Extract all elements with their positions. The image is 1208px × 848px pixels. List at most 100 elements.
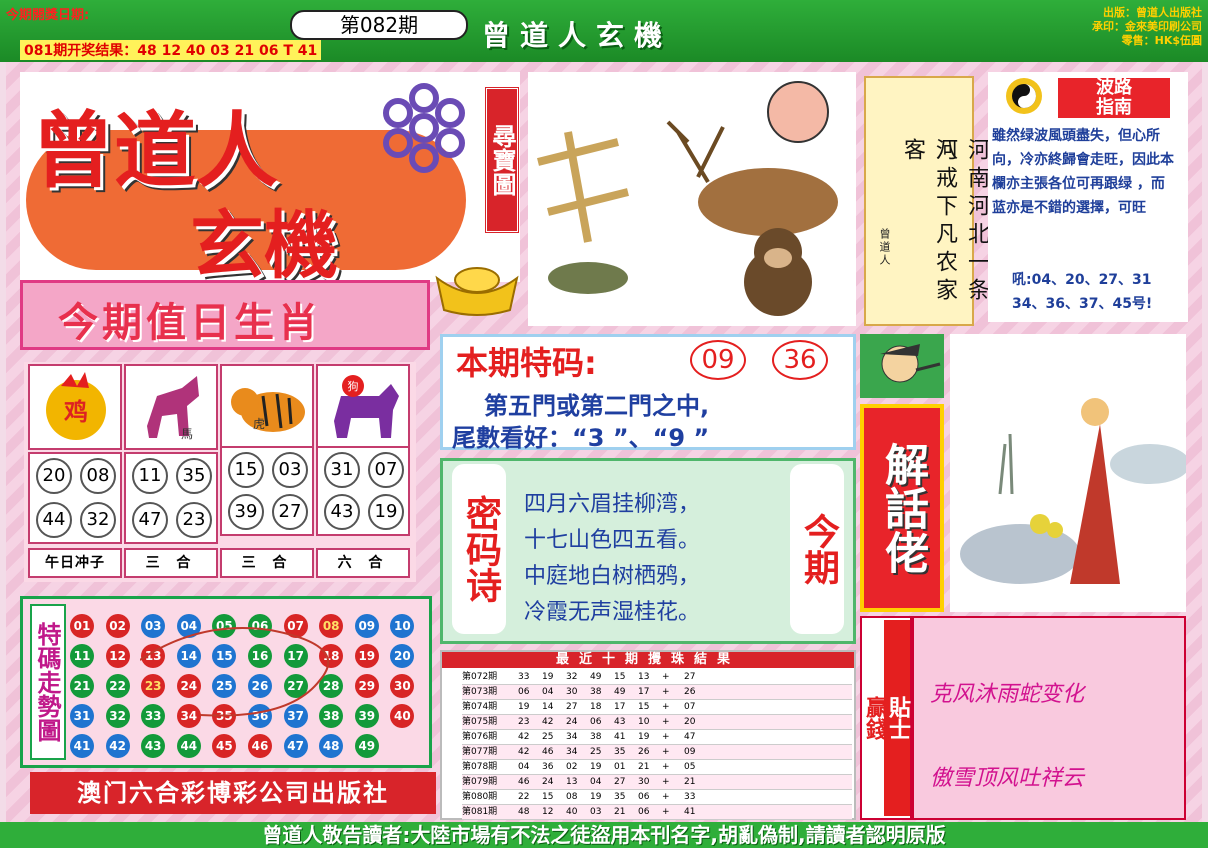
result-number: 04 [518, 762, 530, 772]
result-number: 30 [566, 687, 578, 697]
zodiac-label: 三 合 [124, 548, 218, 578]
result-number: 30 [638, 777, 650, 787]
monk-illustration [950, 334, 1186, 612]
trend-ball: 41 [70, 734, 94, 758]
publisher-line: 出版：曾道人出版社 [1103, 6, 1202, 19]
result-number: 13 [638, 672, 650, 682]
result-number: 49 [590, 672, 602, 682]
result-issue: 第074期 [462, 702, 498, 712]
result-number: 19 [542, 672, 554, 682]
zodiac-label: 三 合 [220, 548, 314, 578]
trend-ball: 43 [141, 734, 166, 758]
trend-ball: 01 [70, 614, 94, 638]
wave-guide-title: 波路 指南 [1058, 78, 1170, 118]
result-number: 21 [614, 807, 626, 817]
result-number: 21 [638, 762, 650, 772]
zodiac-cell-horse: 馬 [124, 364, 218, 450]
result-number: 12 [542, 807, 554, 817]
result-number: 48 [518, 807, 530, 817]
poem-line: 十七山色四五看。 [524, 528, 701, 553]
result-number: + [662, 807, 670, 817]
explainer-label: 解話佬 [860, 404, 944, 612]
result-number: 13 [566, 777, 578, 787]
result-number: 08 [566, 792, 578, 802]
result-number: 35 [614, 792, 626, 802]
dog-icon: 狗 [334, 375, 399, 438]
result-number: 04 [542, 687, 554, 697]
result-number: 40 [566, 807, 578, 817]
trend-ball: 10 [390, 614, 415, 638]
tip-line: 克风沐雨蛇变化 [930, 682, 1085, 707]
result-number: 27 [614, 777, 626, 787]
result-number: 06 [638, 807, 650, 817]
number-ball: 15 [228, 452, 264, 488]
results-row: 第074期 19 14 27 18 17 15 +07 [462, 700, 852, 715]
result-number: + [662, 687, 670, 697]
result-number: 41 [684, 807, 696, 817]
result-number: + [662, 777, 670, 787]
results-row: 第075期 23 42 24 06 43 10 +20 [462, 715, 852, 730]
trend-ball: 30 [390, 674, 415, 698]
result-issue: 第076期 [462, 732, 498, 742]
result-number: + [662, 732, 670, 742]
publisher-bar: 澳门六合彩博彩公司出版社 [30, 772, 436, 814]
special-gate-text: 第五門或第二門之中, [484, 392, 710, 420]
result-number: 15 [638, 702, 650, 712]
trend-ball: 22 [105, 674, 130, 698]
result-number: + [662, 717, 670, 727]
result-number: 41 [614, 732, 626, 742]
trend-ball: 32 [105, 704, 130, 728]
rooster-glyph: 鸡 [63, 398, 88, 426]
wave-title-line: 波路 [1096, 77, 1132, 98]
result-number: + [662, 747, 670, 757]
zodiac-numbers-rooster: 20 08 44 32 [28, 452, 122, 544]
riddle-line-2: 八戒下凡农家客 [900, 138, 957, 306]
special-ball: 09 [690, 340, 746, 380]
results-title: 最近十期攪珠結果 [442, 652, 854, 668]
sage-face-illustration [860, 334, 944, 398]
result-number: 05 [684, 762, 696, 772]
number-ball: 07 [368, 452, 404, 488]
this-issue-label: 今期 [790, 464, 844, 634]
result-number: 17 [614, 702, 626, 712]
treasure-map-label: 尋寶圖 [484, 86, 520, 234]
trend-ball: 45 [212, 734, 237, 758]
number-ball: 31 [324, 452, 360, 488]
result-number: 34 [566, 732, 578, 742]
result-number: 34 [566, 747, 578, 757]
zodiac-title: 今期值日生肖 [58, 300, 322, 346]
tiger-icon: 虎 [231, 388, 305, 432]
logo-sub-text: 玄機 [190, 203, 338, 289]
trend-ball: 42 [105, 734, 130, 758]
number-ball: 35 [176, 458, 212, 494]
result-number: 19 [518, 702, 530, 712]
zodiac-cell-tiger: 虎 [220, 364, 314, 450]
poem-line: 四月六眉挂柳湾， [524, 492, 701, 517]
result-issue: 第073期 [462, 687, 498, 697]
issue-date-label: 今期開獎日期: [6, 8, 90, 23]
result-number: 47 [684, 732, 696, 742]
result-number: 38 [590, 687, 602, 697]
result-number: 36 [542, 762, 554, 772]
result-number: 23 [518, 717, 530, 727]
number-ball: 43 [324, 494, 360, 530]
result-number: 20 [684, 717, 696, 727]
result-number: + [662, 702, 670, 712]
zodiac-cell-rooster: 鸡 [28, 364, 122, 450]
result-number: 15 [542, 792, 554, 802]
results-row: 第072期 33 19 32 49 15 13 +27 [462, 670, 852, 685]
bottom-notice: 曾道人敬告讀者:大陸市場有不法之徒盜用本刊名字,胡亂偽制,請讀者認明原版 [0, 822, 1208, 848]
trend-ball: 20 [390, 644, 415, 668]
result-number: 25 [542, 732, 554, 742]
tips-label: 貼士 [884, 620, 910, 816]
result-number: 06 [518, 687, 530, 697]
number-ball: 19 [368, 494, 404, 530]
result-number: 18 [590, 702, 602, 712]
publisher-info: 出版：曾道人出版社 承印：金來美印刷公司 零售：HK$伍圓 [1010, 6, 1202, 48]
result-number: 25 [590, 747, 602, 757]
wave-title-line: 指南 [1096, 97, 1132, 118]
trend-ball: 44 [176, 734, 201, 758]
deer-monkey-illustration [528, 72, 856, 326]
trend-ball: 47 [283, 734, 308, 758]
horse-glyph: 馬 [181, 427, 193, 441]
